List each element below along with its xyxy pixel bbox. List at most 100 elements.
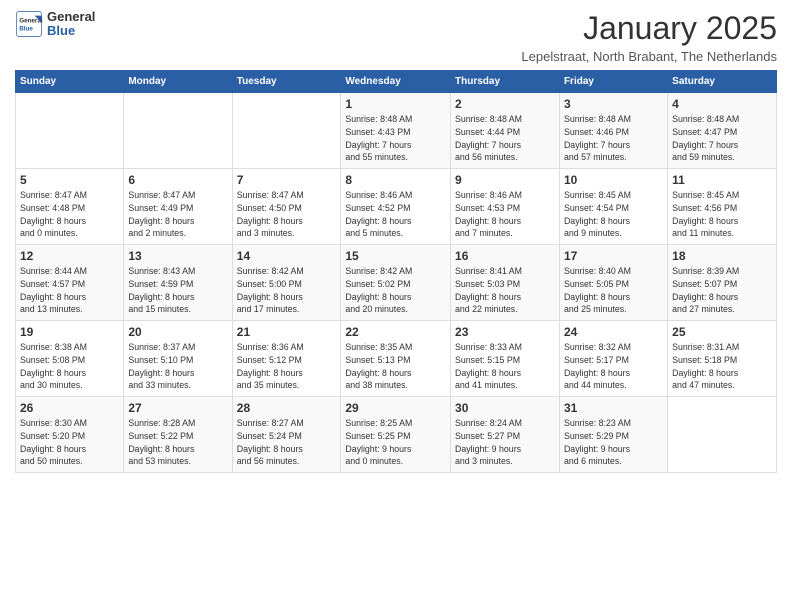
day-number: 24 [564,325,663,339]
day-number: 8 [345,173,446,187]
day-cell: 5 Sunrise: 8:47 AM Sunset: 4:48 PM Daylig… [16,169,124,245]
day-number: 27 [128,401,227,415]
day-number: 13 [128,249,227,263]
day-cell: 22Sunrise: 8:35 AM Sunset: 5:13 PM Dayli… [341,321,451,397]
day-info: Sunrise: 8:42 AM Sunset: 5:02 PM Dayligh… [345,265,446,316]
day-cell: 19Sunrise: 8:38 AM Sunset: 5:08 PM Dayli… [16,321,124,397]
day-info: Sunrise: 8:45 AM Sunset: 4:56 PM Dayligh… [672,189,772,240]
day-cell: 6Sunrise: 8:47 AM Sunset: 4:49 PM Daylig… [124,169,232,245]
day-cell: 12 Sunrise: 8:44 AM Sunset: 4:57 PM Dayli… [16,245,124,321]
day-number: 15 [345,249,446,263]
logo-general-text: General [47,10,95,24]
day-number: 19 [20,325,119,339]
day-cell: 16 Sunrise: 8:41 AM Sunset: 5:03 PM Dayli… [451,245,560,321]
day-number: 5 [20,173,119,187]
day-info: Sunrise: 8:47 AM Sunset: 4:50 PM Dayligh… [237,189,337,240]
day-number: 23 [455,325,555,339]
day-number: 18 [672,249,772,263]
day-cell [16,93,124,169]
day-cell: 14Sunrise: 8:42 AM Sunset: 5:00 PM Dayli… [232,245,341,321]
day-cell: 23Sunrise: 8:33 AM Sunset: 5:15 PM Dayli… [451,321,560,397]
week-row-1: 5 Sunrise: 8:47 AM Sunset: 4:48 PM Daylig… [16,169,777,245]
logo: General Blue General Blue [15,10,95,39]
day-cell: 28 Sunrise: 8:27 AM Sunset: 5:24 PM Dayli… [232,397,341,473]
week-row-4: 26 Sunrise: 8:30 AM Sunset: 5:20 PM Dayli… [16,397,777,473]
day-cell: 30Sunrise: 8:24 AM Sunset: 5:27 PM Dayli… [451,397,560,473]
day-cell: 3 Sunrise: 8:48 AM Sunset: 4:46 PM Daylig… [559,93,667,169]
logo-icon: General Blue [15,10,43,38]
day-number: 2 [455,97,555,111]
page: General Blue General Blue January 2025 L… [0,0,792,612]
day-info: Sunrise: 8:28 AM Sunset: 5:22 PM Dayligh… [128,417,227,468]
day-cell: 27 Sunrise: 8:28 AM Sunset: 5:22 PM Dayli… [124,397,232,473]
day-cell: 2 Sunrise: 8:48 AM Sunset: 4:44 PM Daylig… [451,93,560,169]
title-block: January 2025 Lepelstraat, North Brabant,… [521,10,777,64]
day-cell: 21 Sunrise: 8:36 AM Sunset: 5:12 PM Dayli… [232,321,341,397]
day-cell: 13 Sunrise: 8:43 AM Sunset: 4:59 PM Dayli… [124,245,232,321]
day-number: 14 [237,249,337,263]
day-info: Sunrise: 8:43 AM Sunset: 4:59 PM Dayligh… [128,265,227,316]
day-info: Sunrise: 8:48 AM Sunset: 4:46 PM Dayligh… [564,113,663,164]
day-info: Sunrise: 8:30 AM Sunset: 5:20 PM Dayligh… [20,417,119,468]
day-cell: 10 Sunrise: 8:45 AM Sunset: 4:54 PM Dayli… [559,169,667,245]
day-number: 4 [672,97,772,111]
week-row-2: 12 Sunrise: 8:44 AM Sunset: 4:57 PM Dayli… [16,245,777,321]
day-info: Sunrise: 8:37 AM Sunset: 5:10 PM Dayligh… [128,341,227,392]
day-cell: 9 Sunrise: 8:46 AM Sunset: 4:53 PM Daylig… [451,169,560,245]
day-cell: 29Sunrise: 8:25 AM Sunset: 5:25 PM Dayli… [341,397,451,473]
day-number: 16 [455,249,555,263]
day-info: Sunrise: 8:25 AM Sunset: 5:25 PM Dayligh… [345,417,446,468]
day-cell: 25Sunrise: 8:31 AM Sunset: 5:18 PM Dayli… [668,321,777,397]
col-header-monday: Monday [124,71,232,93]
day-info: Sunrise: 8:44 AM Sunset: 4:57 PM Dayligh… [20,265,119,316]
col-header-thursday: Thursday [451,71,560,93]
day-cell: 26 Sunrise: 8:30 AM Sunset: 5:20 PM Dayli… [16,397,124,473]
day-info: Sunrise: 8:31 AM Sunset: 5:18 PM Dayligh… [672,341,772,392]
day-number: 3 [564,97,663,111]
svg-text:Blue: Blue [19,26,33,33]
day-number: 21 [237,325,337,339]
day-number: 28 [237,401,337,415]
day-info: Sunrise: 8:41 AM Sunset: 5:03 PM Dayligh… [455,265,555,316]
day-info: Sunrise: 8:40 AM Sunset: 5:05 PM Dayligh… [564,265,663,316]
day-info: Sunrise: 8:47 AM Sunset: 4:49 PM Dayligh… [128,189,227,240]
day-cell: 7 Sunrise: 8:47 AM Sunset: 4:50 PM Daylig… [232,169,341,245]
day-number: 1 [345,97,446,111]
day-info: Sunrise: 8:39 AM Sunset: 5:07 PM Dayligh… [672,265,772,316]
col-header-friday: Friday [559,71,667,93]
col-header-sunday: Sunday [16,71,124,93]
day-info: Sunrise: 8:23 AM Sunset: 5:29 PM Dayligh… [564,417,663,468]
day-cell [232,93,341,169]
day-info: Sunrise: 8:47 AM Sunset: 4:48 PM Dayligh… [20,189,119,240]
day-info: Sunrise: 8:24 AM Sunset: 5:27 PM Dayligh… [455,417,555,468]
logo-text: General Blue [47,10,95,39]
day-cell: 4 Sunrise: 8:48 AM Sunset: 4:47 PM Daylig… [668,93,777,169]
day-cell: 11 Sunrise: 8:45 AM Sunset: 4:56 PM Dayli… [668,169,777,245]
header-row: SundayMondayTuesdayWednesdayThursdayFrid… [16,71,777,93]
day-info: Sunrise: 8:46 AM Sunset: 4:53 PM Dayligh… [455,189,555,240]
col-header-wednesday: Wednesday [341,71,451,93]
day-number: 12 [20,249,119,263]
logo-blue-text: Blue [47,24,95,38]
day-info: Sunrise: 8:32 AM Sunset: 5:17 PM Dayligh… [564,341,663,392]
day-number: 9 [455,173,555,187]
week-row-0: 1Sunrise: 8:48 AM Sunset: 4:43 PM Daylig… [16,93,777,169]
day-info: Sunrise: 8:46 AM Sunset: 4:52 PM Dayligh… [345,189,446,240]
day-number: 10 [564,173,663,187]
day-info: Sunrise: 8:36 AM Sunset: 5:12 PM Dayligh… [237,341,337,392]
day-info: Sunrise: 8:48 AM Sunset: 4:47 PM Dayligh… [672,113,772,164]
day-number: 11 [672,173,772,187]
day-number: 26 [20,401,119,415]
day-info: Sunrise: 8:27 AM Sunset: 5:24 PM Dayligh… [237,417,337,468]
day-cell: 1Sunrise: 8:48 AM Sunset: 4:43 PM Daylig… [341,93,451,169]
day-cell: 31 Sunrise: 8:23 AM Sunset: 5:29 PM Dayli… [559,397,667,473]
day-cell: 18 Sunrise: 8:39 AM Sunset: 5:07 PM Dayli… [668,245,777,321]
day-cell: 15 Sunrise: 8:42 AM Sunset: 5:02 PM Dayli… [341,245,451,321]
day-number: 31 [564,401,663,415]
col-header-saturday: Saturday [668,71,777,93]
day-number: 7 [237,173,337,187]
day-info: Sunrise: 8:48 AM Sunset: 4:44 PM Dayligh… [455,113,555,164]
day-info: Sunrise: 8:45 AM Sunset: 4:54 PM Dayligh… [564,189,663,240]
day-cell: 8 Sunrise: 8:46 AM Sunset: 4:52 PM Daylig… [341,169,451,245]
col-header-tuesday: Tuesday [232,71,341,93]
